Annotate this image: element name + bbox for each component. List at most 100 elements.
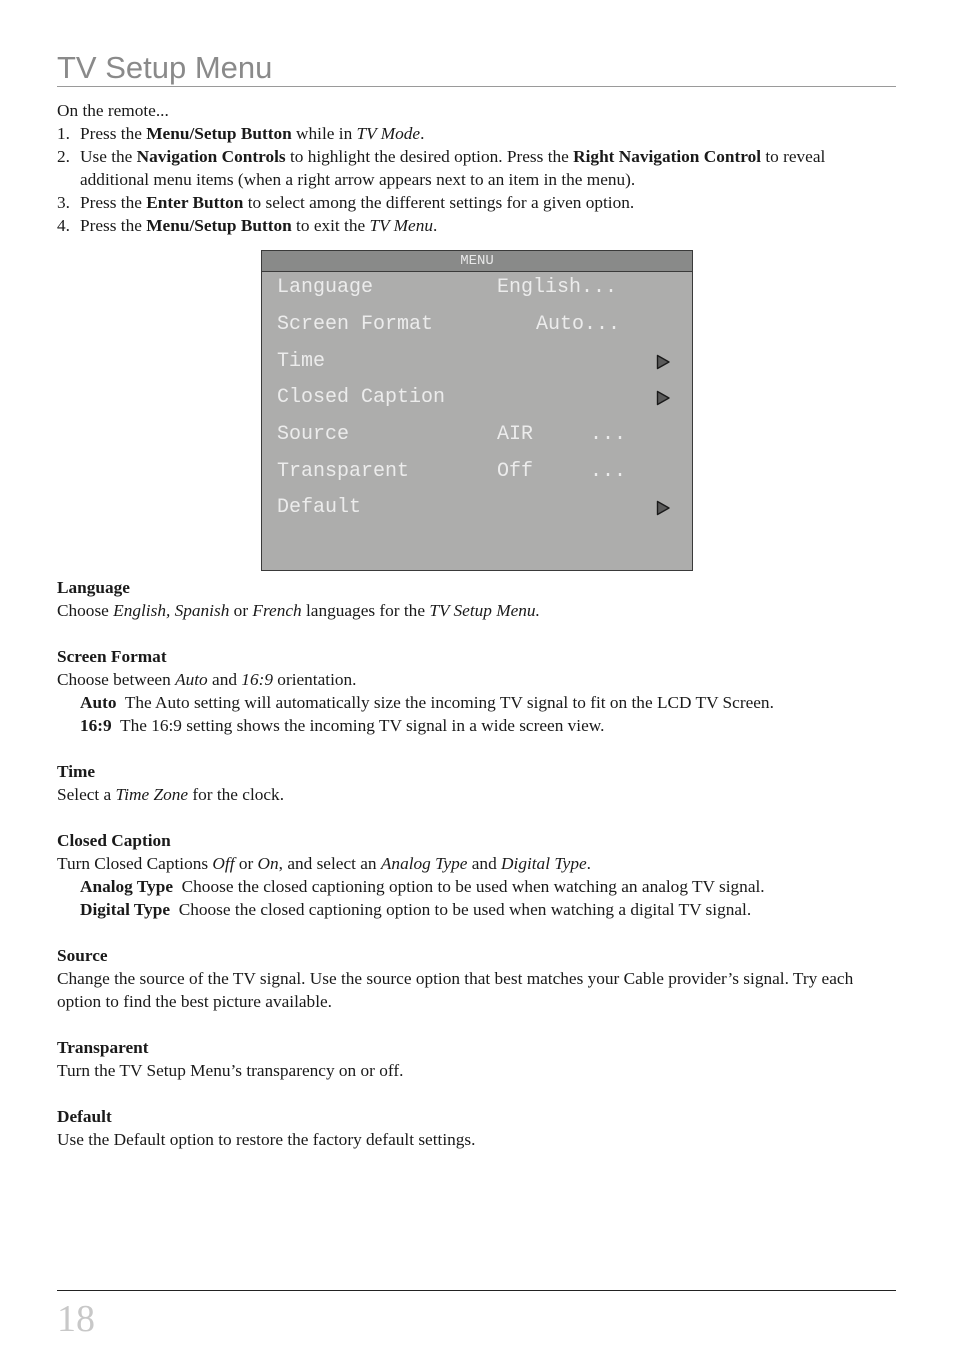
steps-list: 1. Press the Menu/Setup Button while in … (57, 122, 897, 237)
tv-menu-item: Time (277, 347, 677, 377)
sub-item: Auto The Auto setting will automatically… (57, 691, 897, 714)
page-number: 18 (57, 1298, 95, 1340)
section-heading: Default (57, 1107, 112, 1126)
tv-menu-item: Screen Format Auto... (277, 310, 677, 340)
italic-run: English, Spanish (113, 601, 230, 620)
step-text: Use the (80, 147, 137, 166)
tv-menu-item: Closed Caption (277, 383, 677, 413)
step-emphasis: Menu/Setup Button (146, 216, 292, 235)
text-run: Turn Closed Captions (57, 854, 213, 873)
tv-menu-item-label: Default (277, 496, 362, 519)
tv-menu-item: Source AIR... (277, 420, 677, 450)
step-number: 1. (57, 124, 70, 143)
step-text: . (433, 216, 438, 235)
section-text: Choose between Auto and 16:9 orientation… (57, 668, 897, 691)
intro-instructions: On the remote... 1. Press the Menu/Setup… (57, 99, 897, 237)
right-arrow-icon (656, 500, 670, 516)
tv-menu-item: Default (277, 493, 677, 523)
tv-menu-header: MENU (262, 251, 692, 272)
section-transparent: Transparent Turn the TV Setup Menu’s tra… (57, 1036, 897, 1082)
sub-text: The Auto setting will automatically size… (116, 693, 774, 712)
sub-item: Digital Type Choose the closed captionin… (57, 898, 897, 921)
italic-run: Digital Type (501, 854, 587, 873)
section-closed-caption: Closed Caption Turn Closed Captions Off … (57, 829, 897, 921)
step-text: . (420, 124, 425, 143)
step-number: 3. (57, 193, 70, 212)
step-number: 2. (57, 147, 70, 166)
tv-menu-item-ellipsis: ... (590, 460, 627, 483)
sub-item: Analog Type Choose the closed captioning… (57, 875, 897, 898)
section-text: Change the source of the TV signal. Use … (57, 969, 854, 1011)
sub-text: Choose the closed captioning option to b… (170, 900, 752, 919)
section-text: Choose English, Spanish or French langua… (57, 599, 897, 622)
section-text: Turn the TV Setup Menu’s transparency on… (57, 1061, 404, 1080)
step-text: while in (291, 124, 357, 143)
step-italic: TV Mode (356, 124, 421, 143)
step-emphasis: Right Navigation Control (573, 147, 762, 166)
section-screen-format: Screen Format Choose between Auto and 16… (57, 645, 897, 737)
sub-term: 16:9 (80, 716, 112, 735)
step-item: 2. Use the Navigation Controls to highli… (57, 145, 897, 191)
text-run: languages for the (301, 601, 430, 620)
text-run: or (229, 601, 253, 620)
title-divider (57, 86, 896, 87)
step-text: to highlight the desired option. Press t… (285, 147, 574, 166)
text-run: Choose (57, 601, 114, 620)
text-run: , and select an (278, 854, 381, 873)
section-text: Select a Time Zone for the clock. (57, 783, 897, 806)
right-arrow-icon (656, 390, 670, 406)
footer-divider (57, 1290, 896, 1291)
text-run: and (207, 670, 242, 689)
section-heading: Transparent (57, 1038, 149, 1057)
italic-run: Analog Type (380, 854, 468, 873)
text-run: Select a (57, 785, 116, 804)
tv-menu-item-label: Language (277, 276, 374, 299)
right-arrow-icon (656, 354, 670, 370)
text-run: or (234, 854, 258, 873)
section-heading: Source (57, 946, 108, 965)
step-item: 4. Press the Menu/Setup Button to exit t… (57, 214, 897, 237)
italic-run: 16:9 (241, 670, 273, 689)
text-run: and (467, 854, 502, 873)
text-run: Choose between (57, 670, 176, 689)
tv-menu-item-label: Time (277, 350, 326, 373)
section-text: Use the Default option to restore the fa… (57, 1130, 476, 1149)
section-heading: Time (57, 762, 96, 781)
step-item: 3. Press the Enter Button to select amon… (57, 191, 897, 214)
tv-menu-item-value: Auto... (536, 313, 621, 336)
page-title: TV Setup Menu (57, 50, 273, 85)
tv-menu-item-value: Off (497, 460, 534, 483)
sub-item: 16:9 The 16:9 setting shows the incoming… (57, 714, 897, 737)
italic-run: Time Zone (115, 785, 189, 804)
sub-text: The 16:9 setting shows the incoming TV s… (111, 716, 605, 735)
step-number: 4. (57, 216, 70, 235)
text-run: orientation. (272, 670, 357, 689)
italic-run: Auto (175, 670, 208, 689)
tv-menu-item-ellipsis: ... (590, 423, 627, 446)
italic-run: On (257, 854, 279, 873)
italic-run: French (252, 601, 302, 620)
step-text: to exit the (291, 216, 370, 235)
section-time: Time Select a Time Zone for the clock. (57, 760, 897, 806)
italic-run: Off (212, 854, 235, 873)
tv-menu-item: Transparent Off... (277, 457, 677, 487)
step-emphasis: Menu/Setup Button (146, 124, 292, 143)
step-emphasis: Enter Button (146, 193, 244, 212)
tv-menu-item-label: Screen Format (277, 313, 434, 336)
section-source: Source Change the source of the TV signa… (57, 944, 897, 1013)
section-default: Default Use the Default option to restor… (57, 1105, 897, 1151)
step-emphasis: Navigation Controls (136, 147, 286, 166)
intro-lead: On the remote... (57, 101, 169, 120)
step-text: to select among the different settings f… (243, 193, 635, 212)
section-heading: Screen Format (57, 647, 167, 666)
step-item: 1. Press the Menu/Setup Button while in … (57, 122, 897, 145)
italic-run: TV Setup Menu. (429, 601, 540, 620)
section-text: Turn Closed Captions Off or On, and sele… (57, 852, 897, 875)
tv-menu-item-label: Closed Caption (277, 386, 446, 409)
step-italic: TV Menu (369, 216, 434, 235)
sub-text: Choose the closed captioning option to b… (173, 877, 765, 896)
section-heading: Language (57, 578, 130, 597)
tv-menu-illustration: MENU Language English... Screen Format Auto… (261, 250, 693, 571)
text-run: for the clock. (188, 785, 285, 804)
text-run: . (586, 854, 591, 873)
